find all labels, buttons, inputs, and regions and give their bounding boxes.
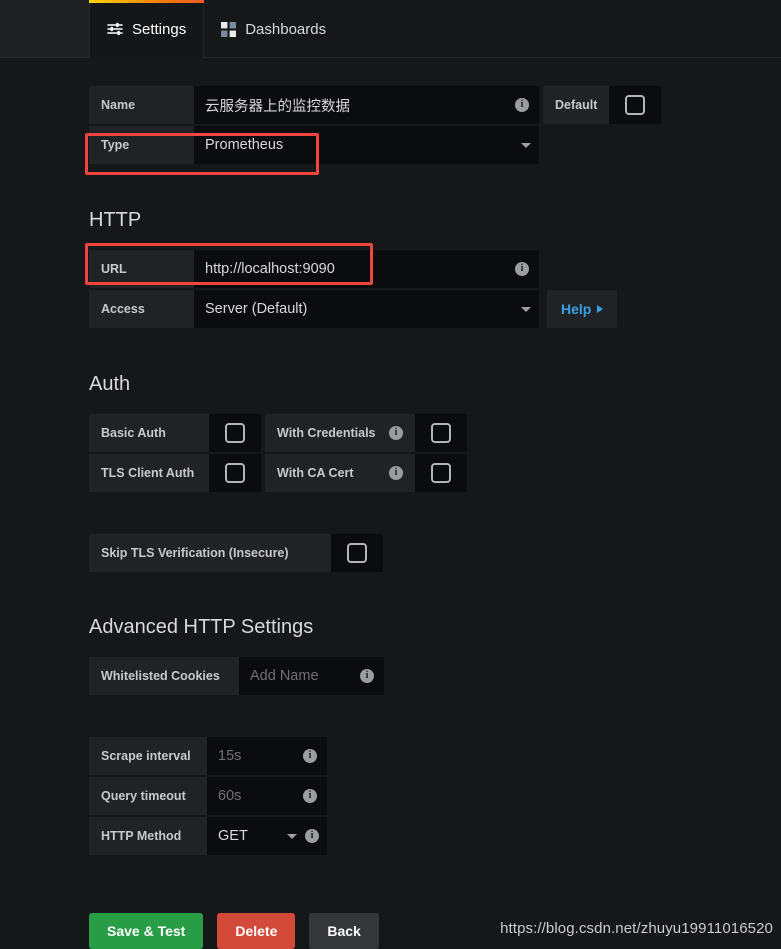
scrape-interval-group: Scrape interval 15s i [89,737,327,775]
tls-client-auth-checkbox[interactable] [225,463,245,483]
info-icon[interactable]: i [515,262,529,276]
http-method-row: HTTP Method GET i [89,817,781,855]
access-help-label: Help [561,301,592,317]
name-input[interactable]: 云服务器上的监控数据 i [194,86,539,124]
tls-client-auth-label: TLS Client Auth [89,454,209,492]
tab-dashboards[interactable]: Dashboards [204,0,343,58]
watermark-url: https://blog.csdn.net/zhuyu19911016520 [500,920,773,937]
chevron-down-icon [521,142,531,148]
url-row: URL http://localhost:9090 i [89,250,781,288]
query-timeout-label: Query timeout [89,777,207,815]
info-icon[interactable]: i [303,789,317,803]
basic-auth-checkbox-cell[interactable] [209,414,261,452]
scrape-interval-input[interactable]: 15s i [207,737,327,775]
name-field-group: Name 云服务器上的监控数据 i [89,86,539,124]
default-label: Default [543,86,610,124]
url-input[interactable]: http://localhost:9090 i [194,250,539,288]
with-ca-cert-checkbox-cell[interactable] [415,454,467,492]
tls-client-auth-group: TLS Client Auth [89,454,261,492]
info-icon[interactable]: i [303,749,317,763]
url-label: URL [89,250,194,288]
skip-tls-checkbox[interactable] [347,543,367,563]
query-timeout-input[interactable]: 60s i [207,777,327,815]
with-ca-cert-text: With CA Cert [277,466,354,480]
tls-client-auth-checkbox-cell[interactable] [209,454,261,492]
tab-settings-label: Settings [132,20,187,38]
info-icon[interactable]: i [389,426,403,440]
chevron-right-icon [597,305,604,313]
basic-auth-label: Basic Auth [89,414,209,452]
with-ca-cert-label: With CA Cert i [265,454,415,492]
info-icon[interactable]: i [389,466,403,480]
whitelisted-cookies-group: Whitelisted Cookies Add Name i [89,657,384,695]
whitelisted-cookies-label: Whitelisted Cookies [89,657,239,695]
url-field-group: URL http://localhost:9090 i [89,250,539,288]
whitelisted-cookies-placeholder: Add Name [250,668,319,684]
with-credentials-label: With Credentials i [265,414,415,452]
name-input-value: 云服务器上的监控数据 [205,98,350,115]
tab-bar: Settings Dashboards [0,0,781,58]
access-row: Access Server (Default) Help [89,290,781,328]
type-row: Type Prometheus [89,126,781,164]
skip-tls-row: Skip TLS Verification (Insecure) [89,534,781,572]
query-timeout-group: Query timeout 60s i [89,777,327,815]
default-checkbox-cell[interactable] [609,86,662,124]
type-label: Type [89,126,194,164]
whitelisted-cookies-row: Whitelisted Cookies Add Name i [89,657,781,695]
with-ca-cert-checkbox[interactable] [431,463,451,483]
query-timeout-row: Query timeout 60s i [89,777,781,815]
with-credentials-text: With Credentials [277,426,376,440]
info-icon[interactable]: i [305,829,319,843]
skip-tls-group: Skip TLS Verification (Insecure) [89,534,383,572]
default-field-group: Default [543,86,662,124]
basic-auth-checkbox[interactable] [225,423,245,443]
http-method-value: GET [218,828,248,844]
auth-section-title: Auth [89,373,131,395]
skip-tls-label: Skip TLS Verification (Insecure) [89,534,331,572]
chevron-down-icon [287,833,297,839]
access-select[interactable]: Server (Default) [194,290,539,328]
http-section-title: HTTP [89,209,142,231]
with-ca-cert-group: With CA Cert i [265,454,467,492]
access-help-button[interactable]: Help [547,290,618,328]
scrape-interval-label: Scrape interval [89,737,207,775]
settings-form: Name 云服务器上的监控数据 i Default Type Prometheu… [0,58,781,949]
type-field-group: Type Prometheus [89,126,539,164]
sliders-icon [107,22,123,36]
info-icon[interactable]: i [515,98,529,112]
whitelisted-cookies-input[interactable]: Add Name i [239,657,384,695]
name-row: Name 云服务器上的监控数据 i Default [89,86,781,124]
with-credentials-checkbox[interactable] [431,423,451,443]
tab-dashboards-label: Dashboards [245,20,327,38]
query-timeout-placeholder: 60s [218,788,242,804]
http-method-group: HTTP Method GET i [89,817,327,855]
with-credentials-group: With Credentials i [265,414,467,452]
tab-list: Settings Dashboards [89,0,343,58]
type-select-value: Prometheus [205,137,284,153]
auth-row-2: TLS Client Auth With CA Cert i [89,454,781,492]
chevron-down-icon [521,306,531,312]
with-credentials-checkbox-cell[interactable] [415,414,467,452]
name-label: Name [89,86,194,124]
advanced-section-title: Advanced HTTP Settings [89,616,314,638]
url-input-value: http://localhost:9090 [205,261,335,277]
access-label: Access [89,290,194,328]
tab-settings[interactable]: Settings [89,0,205,58]
access-select-value: Server (Default) [205,301,308,317]
default-checkbox[interactable] [625,95,646,115]
info-icon[interactable]: i [360,669,374,683]
auth-row-1: Basic Auth With Credentials i [89,414,781,452]
settings-page: Name 云服务器上的监控数据 i Default Type Prometheu… [0,58,781,949]
scrape-interval-placeholder: 15s [218,748,242,764]
scrape-interval-row: Scrape interval 15s i [89,737,781,775]
type-select[interactable]: Prometheus [194,126,539,164]
basic-auth-group: Basic Auth [89,414,261,452]
http-method-select[interactable]: GET i [207,817,327,855]
grid-icon [221,21,237,37]
tab-bar-left-spacer [0,0,90,58]
skip-tls-checkbox-cell[interactable] [331,534,383,572]
http-method-label: HTTP Method [89,817,207,855]
access-field-group: Access Server (Default) [89,290,539,328]
